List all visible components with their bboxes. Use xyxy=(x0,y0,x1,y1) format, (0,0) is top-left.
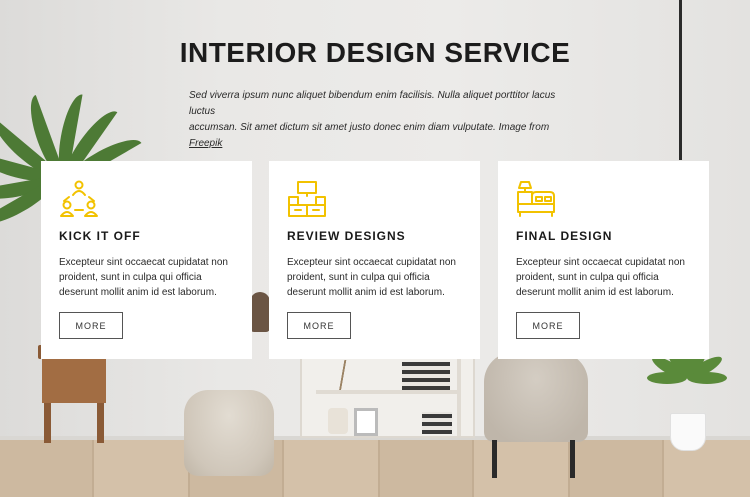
card-title: REVIEW DESIGNS xyxy=(287,229,406,243)
freepik-link[interactable]: Freepik xyxy=(189,138,222,149)
service-card-final-design: FINAL DESIGN Excepteur sint occaecat cup… xyxy=(498,161,709,359)
bedroom-icon xyxy=(517,181,555,217)
vase xyxy=(250,292,270,332)
service-card-review-designs: REVIEW DESIGNS Excepteur sint occaecat c… xyxy=(269,161,480,359)
team-meeting-icon xyxy=(60,180,98,217)
service-card-kick-off: KICK IT OFF Excepteur sint occaecat cupi… xyxy=(41,161,252,359)
wall-rod xyxy=(679,0,682,160)
card-description: Excepteur sint occaecat cupidatat non pr… xyxy=(287,257,456,298)
more-button[interactable]: MORE xyxy=(287,312,351,339)
white-pot xyxy=(670,413,706,451)
card-title: KICK IT OFF xyxy=(59,229,141,243)
intro-line-2: accumsan. Sit amet dictum sit amet justo… xyxy=(189,122,550,133)
wooden-stool xyxy=(38,345,110,445)
knitted-pouf xyxy=(184,390,274,476)
intro-line-1: Sed viverra ipsum nunc aliquet bibendum … xyxy=(189,90,556,117)
more-button[interactable]: MORE xyxy=(516,312,580,339)
card-title: FINAL DESIGN xyxy=(516,229,613,243)
intro-text: Sed viverra ipsum nunc aliquet bibendum … xyxy=(189,88,569,152)
more-button[interactable]: MORE xyxy=(59,312,123,339)
ottoman-leg xyxy=(492,440,497,478)
card-description: Excepteur sint occaecat cupidatat non pr… xyxy=(516,257,685,298)
furniture-layout-icon xyxy=(288,181,326,217)
page-title: INTERIOR DESIGN SERVICE xyxy=(179,37,571,68)
ottoman xyxy=(484,352,588,442)
card-description: Excepteur sint occaecat cupidatat non pr… xyxy=(59,257,228,298)
wooden-floor xyxy=(0,440,750,497)
ottoman-leg xyxy=(570,440,575,478)
